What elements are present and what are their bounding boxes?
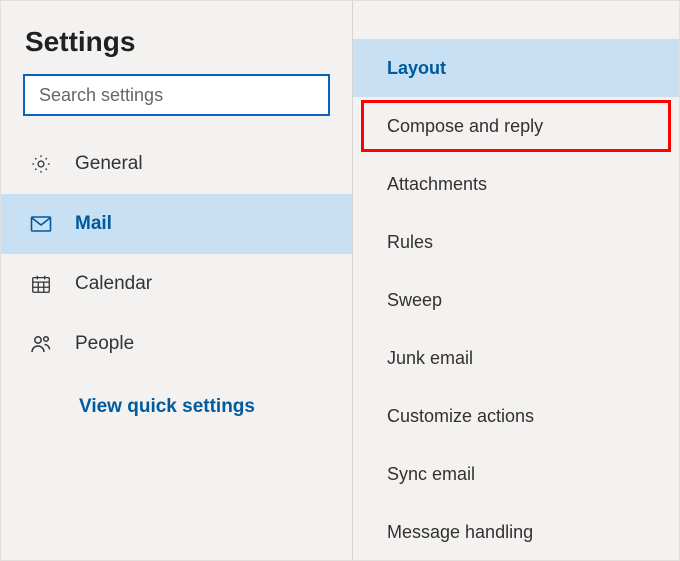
page-title: Settings: [1, 21, 352, 74]
sub-item-label: Layout: [387, 58, 446, 79]
sub-item-sync-email[interactable]: Sync email: [353, 445, 679, 503]
sub-item-label: Junk email: [387, 348, 473, 369]
nav-item-people[interactable]: People: [1, 314, 352, 374]
sub-item-label: Customize actions: [387, 406, 534, 427]
sub-item-sweep[interactable]: Sweep: [353, 271, 679, 329]
sub-item-label: Sweep: [387, 290, 442, 311]
search-container: [1, 74, 352, 134]
search-input[interactable]: [23, 74, 330, 116]
sub-item-message-handling[interactable]: Message handling: [353, 503, 679, 561]
sub-item-attachments[interactable]: Attachments: [353, 155, 679, 213]
sub-item-customize-actions[interactable]: Customize actions: [353, 387, 679, 445]
sub-item-label: Rules: [387, 232, 433, 253]
settings-right-panel: Layout Compose and reply Attachments Rul…: [353, 1, 679, 560]
sub-item-label: Message handling: [387, 522, 533, 543]
settings-category-list: General Mail: [1, 134, 352, 374]
mail-icon: [29, 212, 53, 236]
sub-item-label: Attachments: [387, 174, 487, 195]
gear-icon: [29, 152, 53, 176]
nav-label: General: [75, 153, 143, 175]
nav-label: Mail: [75, 213, 112, 235]
sub-item-label: Sync email: [387, 464, 475, 485]
sub-item-label: Compose and reply: [387, 116, 543, 137]
calendar-icon: [29, 272, 53, 296]
nav-item-calendar[interactable]: Calendar: [1, 254, 352, 314]
nav-label: Calendar: [75, 273, 152, 295]
sub-item-compose-and-reply[interactable]: Compose and reply: [361, 100, 671, 152]
view-quick-settings-link[interactable]: View quick settings: [1, 374, 352, 418]
mail-settings-list: Layout Compose and reply Attachments Rul…: [353, 39, 679, 561]
nav-item-mail[interactable]: Mail: [1, 194, 352, 254]
sub-item-junk-email[interactable]: Junk email: [353, 329, 679, 387]
nav-label: People: [75, 333, 134, 355]
sub-item-rules[interactable]: Rules: [353, 213, 679, 271]
nav-item-general[interactable]: General: [1, 134, 352, 194]
sub-item-layout[interactable]: Layout: [353, 39, 679, 97]
settings-left-panel: Settings General Mail: [1, 1, 353, 560]
people-icon: [29, 332, 53, 356]
